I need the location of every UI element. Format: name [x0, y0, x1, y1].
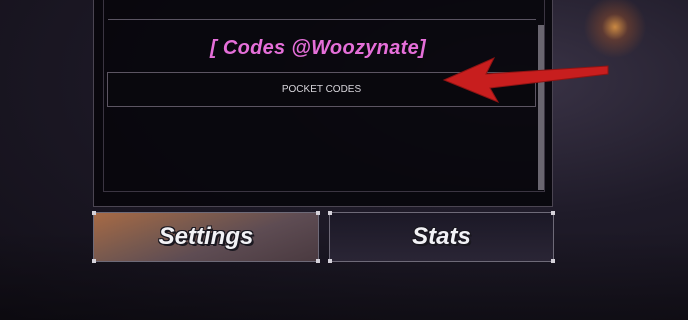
corner-decoration	[316, 211, 320, 215]
background-light	[575, 0, 655, 60]
corner-decoration	[551, 211, 555, 215]
corner-decoration	[328, 211, 332, 215]
red-arrow-icon	[442, 56, 609, 104]
corner-decoration	[92, 211, 96, 215]
settings-button[interactable]: Settings	[92, 211, 320, 263]
corner-decoration	[316, 259, 320, 263]
stats-button-label: Stats	[412, 223, 471, 250]
corner-decoration	[551, 259, 555, 263]
corner-decoration	[92, 259, 96, 263]
panel-scrollbar[interactable]	[538, 25, 544, 190]
stats-button[interactable]: Stats	[328, 211, 555, 263]
corner-decoration	[328, 259, 332, 263]
panel-divider	[108, 19, 536, 20]
code-box-text: POCKET CODES	[281, 84, 362, 95]
settings-button-label: Settings	[158, 223, 254, 250]
